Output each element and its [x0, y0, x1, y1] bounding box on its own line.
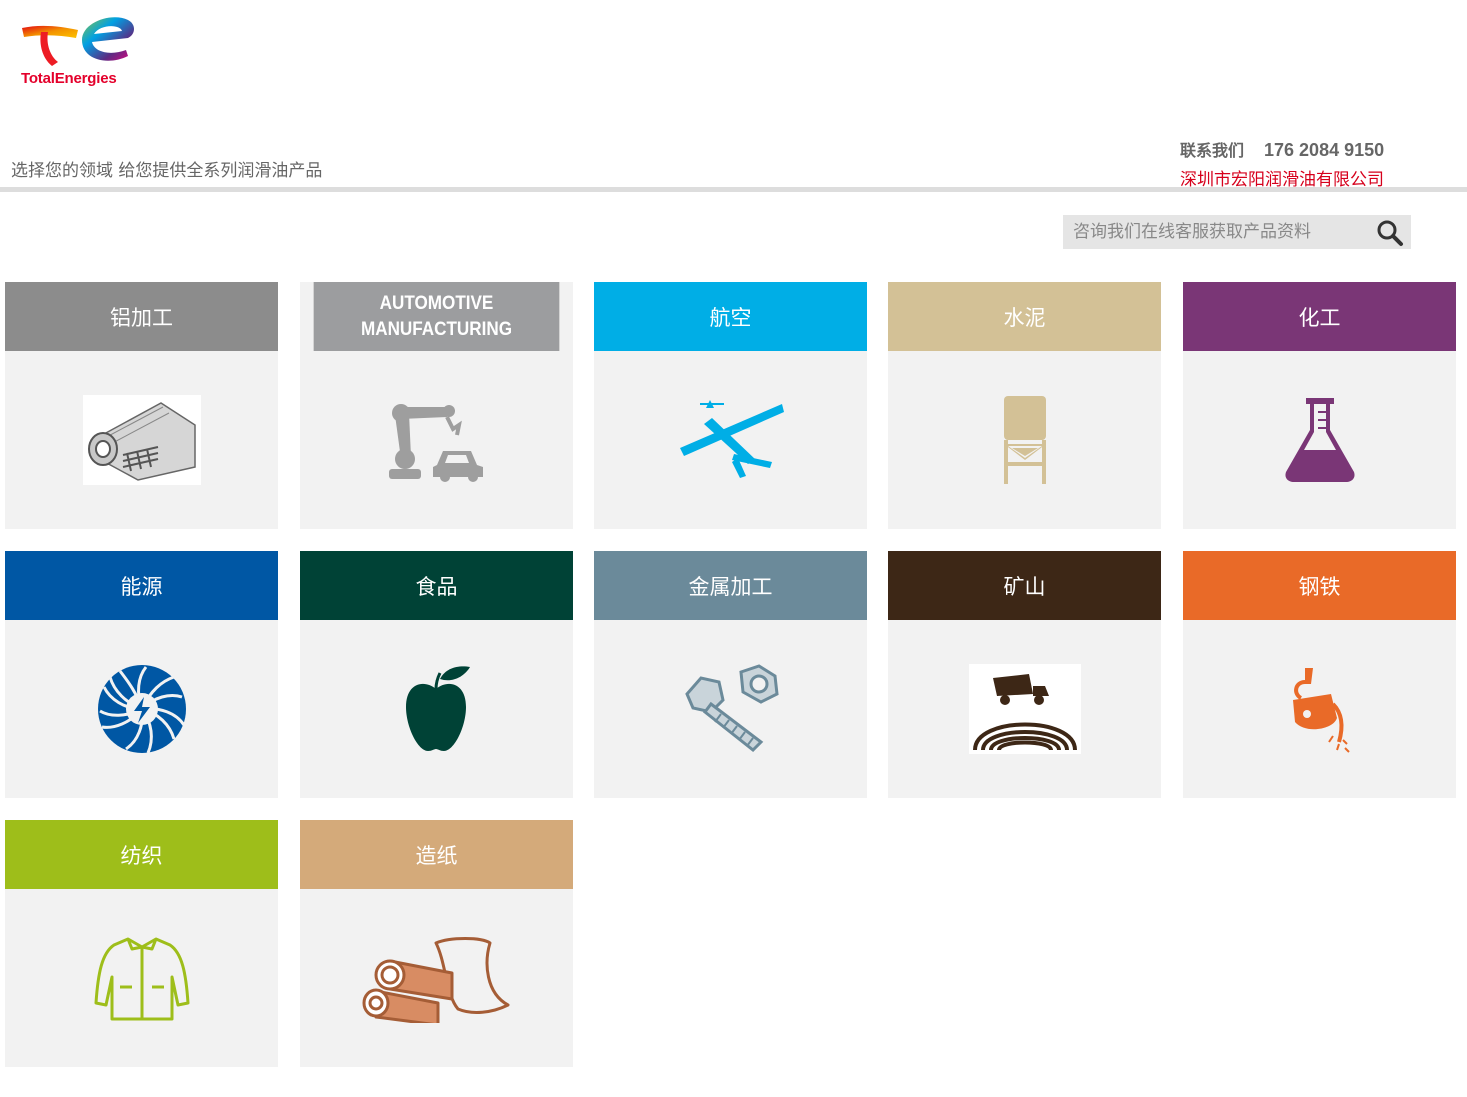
robot-arm-car-icon: [388, 404, 483, 482]
mining-truck-icon: [968, 664, 1081, 754]
brand-logo[interactable]: TotalEnergies: [20, 10, 140, 90]
tile-header: 食品: [300, 551, 573, 620]
tile-header: 航空: [594, 282, 867, 351]
ladle-icon: [1292, 668, 1350, 753]
flask-icon: [1284, 398, 1355, 482]
tile-metalworking[interactable]: 金属加工: [594, 551, 867, 798]
aluminium-roll-icon: [82, 395, 201, 485]
tile-header: 化工: [1183, 282, 1456, 351]
logs-paper-icon: [362, 937, 509, 1023]
contact-block: 联系我们 176 2084 9150 深圳市宏阳润滑油有限公司: [1180, 137, 1384, 190]
page-tagline: 选择您的领域 给您提供全系列润滑油产品: [11, 161, 323, 181]
tile-automotive[interactable]: AUTOMOTIVE MANUFACTURING: [300, 282, 573, 529]
tile-header: 铝加工: [5, 282, 278, 351]
tile-header: 能源: [5, 551, 278, 620]
brand-name: TotalEnergies: [21, 70, 117, 87]
tile-header: 钢铁: [1183, 551, 1456, 620]
airplane-icon: [679, 400, 784, 478]
cement-silo-icon: [1003, 396, 1046, 484]
tile-food[interactable]: 食品: [300, 551, 573, 798]
apple-icon: [405, 666, 470, 751]
search-button[interactable]: [1371, 215, 1411, 249]
tile-cement[interactable]: 水泥: [888, 282, 1161, 529]
tile-energy[interactable]: 能源: [5, 551, 278, 798]
header-divider: [0, 187, 1467, 192]
tile-paper[interactable]: 造纸: [300, 820, 573, 1067]
bolt-nut-icon: [684, 664, 779, 753]
tile-header: 造纸: [300, 820, 573, 889]
jacket-icon: [94, 937, 189, 1021]
tile-chemical[interactable]: 化工: [1183, 282, 1456, 529]
tile-header: 水泥: [888, 282, 1161, 351]
search-bar: [1063, 215, 1411, 249]
search-icon: [1377, 220, 1403, 246]
tile-mining[interactable]: 矿山: [888, 551, 1161, 798]
tile-textile[interactable]: 纺织: [5, 820, 278, 1067]
turbine-icon: [97, 665, 186, 754]
tile-header: 纺织: [5, 820, 278, 889]
contact-label: 联系我们: [1180, 141, 1245, 160]
tile-header: 矿山: [888, 551, 1161, 620]
tile-header: 金属加工: [594, 551, 867, 620]
search-input[interactable]: [1063, 215, 1373, 249]
contact-phone[interactable]: 176 2084 9150: [1264, 140, 1384, 160]
tile-aviation[interactable]: 航空: [594, 282, 867, 529]
tile-steel[interactable]: 钢铁: [1183, 551, 1456, 798]
tile-header: AUTOMOTIVE MANUFACTURING: [313, 282, 560, 351]
tile-aluminium[interactable]: 铝加工: [5, 282, 278, 529]
totalenergies-logo-icon: [22, 17, 134, 66]
